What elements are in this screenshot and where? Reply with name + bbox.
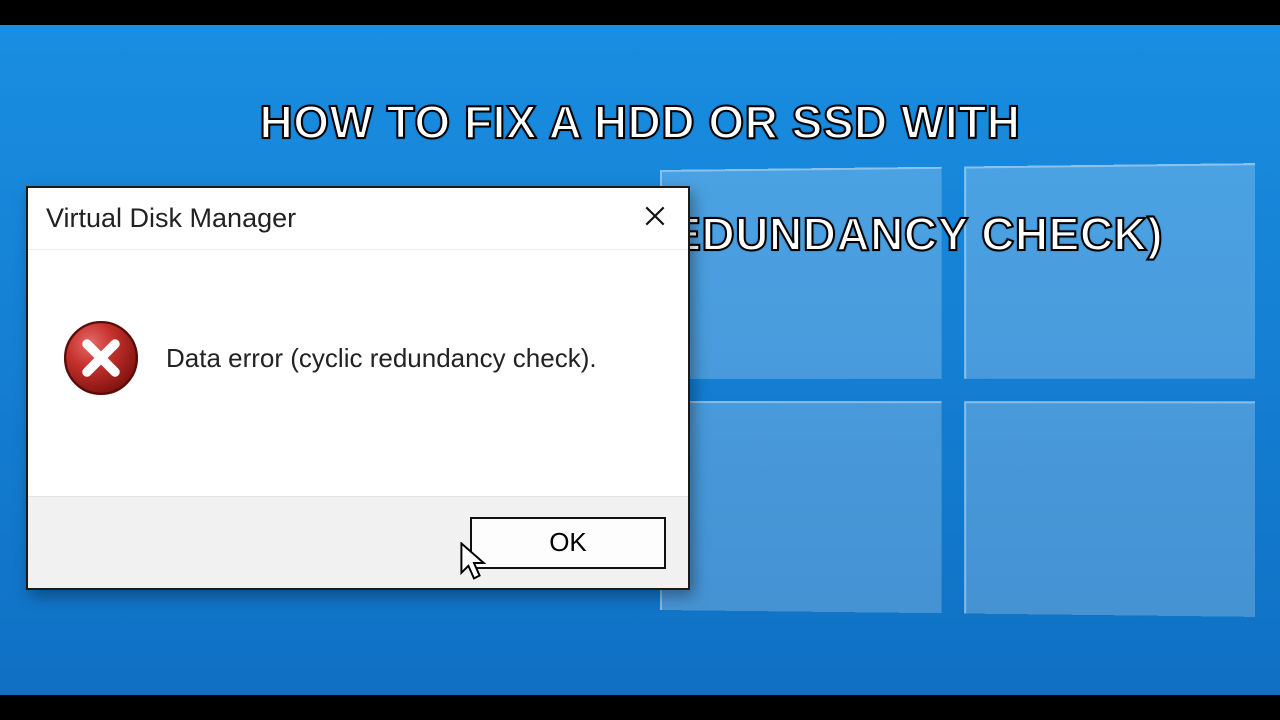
- dialog-body: Data error (cyclic redundancy check).: [28, 250, 688, 496]
- ok-button-label: OK: [549, 527, 587, 558]
- close-icon: [642, 203, 668, 234]
- dialog-message: Data error (cyclic redundancy check).: [166, 343, 597, 374]
- ok-button[interactable]: OK: [470, 517, 666, 569]
- error-icon: [62, 319, 140, 397]
- dialog-title: Virtual Disk Manager: [46, 203, 296, 234]
- error-dialog: Virtual Disk Manager: [26, 186, 690, 590]
- close-button[interactable]: [622, 190, 688, 248]
- letterbox-bottom: [0, 695, 1280, 720]
- dialog-titlebar[interactable]: Virtual Disk Manager: [28, 188, 688, 250]
- letterbox-top: [0, 0, 1280, 25]
- headline-line1: HOW TO FIX A HDD OR SSD WITH: [259, 96, 1020, 148]
- dialog-footer: OK: [28, 496, 688, 588]
- desktop-background: HOW TO FIX A HDD OR SSD WITH DATA ERROR …: [0, 0, 1280, 720]
